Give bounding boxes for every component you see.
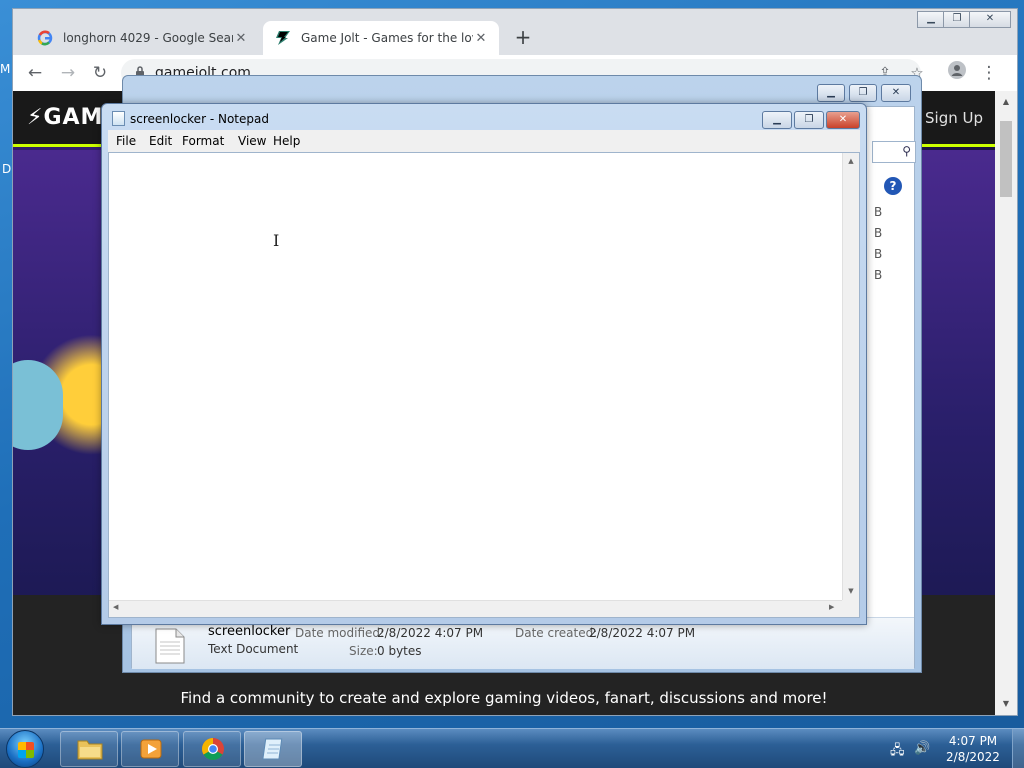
gamejolt-logo[interactable]: ⚡GAM (27, 105, 103, 130)
scroll-left-arrow-icon[interactable]: ◀ (113, 603, 118, 611)
taskbar-chrome[interactable] (183, 731, 241, 767)
forward-arrow-icon[interactable]: → (56, 61, 80, 85)
windows-logo-icon (18, 742, 34, 758)
search-input[interactable]: ⚲ (872, 141, 916, 163)
clock-time: 4:07 PM (948, 734, 998, 748)
window-title: screenlocker - Notepad (130, 112, 269, 126)
network-icon[interactable]: 🖧 (890, 741, 905, 763)
menu-view[interactable]: View (238, 134, 266, 148)
date-modified-value: 2/8/2022 4:07 PM (377, 626, 484, 640)
scroll-down-arrow-icon[interactable]: ▼ (995, 699, 1017, 708)
taskbar-notepad[interactable] (244, 731, 302, 767)
tab-strip: longhorn 4029 - Google Search ✕ Game Jol… (13, 9, 1017, 55)
google-g-icon (37, 30, 53, 46)
start-button[interactable] (6, 730, 44, 768)
taskbar: 🖧 🔊 4:07 PM 2/8/2022 (0, 728, 1024, 768)
file-size-fragment: B (874, 205, 883, 219)
menu-format[interactable]: Format (182, 134, 224, 148)
volume-icon[interactable]: 🔊 (914, 741, 930, 756)
profile-avatar-icon[interactable] (945, 61, 969, 85)
tab-title: longhorn 4029 - Google Search (63, 31, 233, 45)
mascot-illustration (13, 360, 63, 450)
page-scrollbar[interactable]: ▲ ▼ (995, 91, 1017, 715)
clock[interactable]: 4:07 PM 2/8/2022 (940, 733, 1006, 765)
help-icon[interactable]: ? (884, 177, 902, 195)
folder-icon (77, 740, 103, 760)
horizontal-scrollbar[interactable]: ◀ ▶ (109, 600, 844, 617)
reload-icon[interactable]: ↻ (88, 61, 112, 85)
resize-grip-icon[interactable] (842, 600, 859, 617)
close-button[interactable]: ✕ (881, 84, 911, 102)
close-tab-icon[interactable]: ✕ (473, 31, 489, 46)
close-tab-icon[interactable]: ✕ (233, 31, 249, 46)
menu-help[interactable]: Help (273, 134, 300, 148)
scroll-right-arrow-icon[interactable]: ▶ (829, 603, 834, 611)
date-created-value: 2/8/2022 4:07 PM (589, 626, 696, 640)
maximize-button[interactable]: ❐ (849, 84, 877, 102)
menu-edit[interactable]: Edit (149, 134, 172, 148)
size-value: 0 bytes (377, 644, 422, 658)
desktop-icon-label-fragment: D (2, 162, 12, 176)
maximize-button[interactable]: ❐ (794, 111, 824, 129)
file-name: screenlocker (208, 624, 291, 639)
scrollbar-thumb[interactable] (1000, 121, 1012, 197)
notepad-app-icon[interactable] (112, 111, 125, 126)
file-type: Text Document (208, 642, 299, 656)
new-tab-button[interactable]: + (511, 25, 535, 49)
logo-text: GAM (43, 105, 104, 130)
minimize-button[interactable]: ▁ (817, 84, 845, 102)
file-size-fragment: B (874, 226, 883, 240)
clock-date: 2/8/2022 (946, 750, 1000, 764)
menu-kebab-icon[interactable]: ⋮ (977, 61, 1001, 85)
date-modified-label: Date modified: (295, 626, 385, 640)
show-desktop-button[interactable] (1012, 729, 1024, 768)
notepad-window: screenlocker - Notepad ▁ ❐ ✕ File Edit F… (101, 103, 867, 625)
text-cursor-icon: I (273, 231, 280, 250)
text-editor-area[interactable]: I ▲ ▼ ◀ ▶ (108, 152, 860, 618)
close-button[interactable]: ✕ (826, 111, 860, 129)
community-tagline: Find a community to create and explore g… (180, 689, 828, 707)
text-document-icon (155, 628, 185, 664)
tab-game-jolt[interactable]: Game Jolt - Games for the love of ✕ (263, 21, 499, 55)
file-size-fragment: B (874, 268, 883, 282)
tab-google-search[interactable]: longhorn 4029 - Google Search ✕ (27, 21, 259, 55)
back-arrow-icon[interactable]: ← (23, 61, 47, 85)
close-button[interactable]: ✕ (969, 11, 1011, 28)
sign-up-link[interactable]: Sign Up (925, 109, 983, 127)
scroll-down-arrow-icon[interactable]: ▼ (843, 587, 859, 595)
tab-title: Game Jolt - Games for the love of (301, 31, 473, 45)
taskbar-media-player[interactable] (121, 731, 179, 767)
size-label: Size: (349, 644, 378, 658)
minimize-button[interactable]: ▁ (762, 111, 792, 129)
chrome-icon (202, 738, 224, 760)
taskbar-explorer[interactable] (60, 731, 118, 767)
search-icon: ⚲ (902, 144, 911, 158)
gamejolt-icon (276, 31, 290, 45)
scroll-up-arrow-icon[interactable]: ▲ (995, 97, 1017, 106)
maximize-button[interactable]: ❐ (943, 11, 971, 28)
file-size-fragment: B (874, 247, 883, 261)
menu-file[interactable]: File (116, 134, 136, 148)
vertical-scrollbar[interactable]: ▲ ▼ (842, 153, 859, 603)
notepad-icon (262, 738, 283, 760)
menu-bar: File Edit Format View Help (108, 130, 860, 152)
minimize-button[interactable]: ▁ (917, 11, 945, 28)
media-player-icon (140, 739, 162, 759)
desktop-icon-label-fragment: M (0, 62, 11, 76)
scroll-up-arrow-icon[interactable]: ▲ (843, 157, 859, 165)
date-created-label: Date created: (515, 626, 598, 640)
